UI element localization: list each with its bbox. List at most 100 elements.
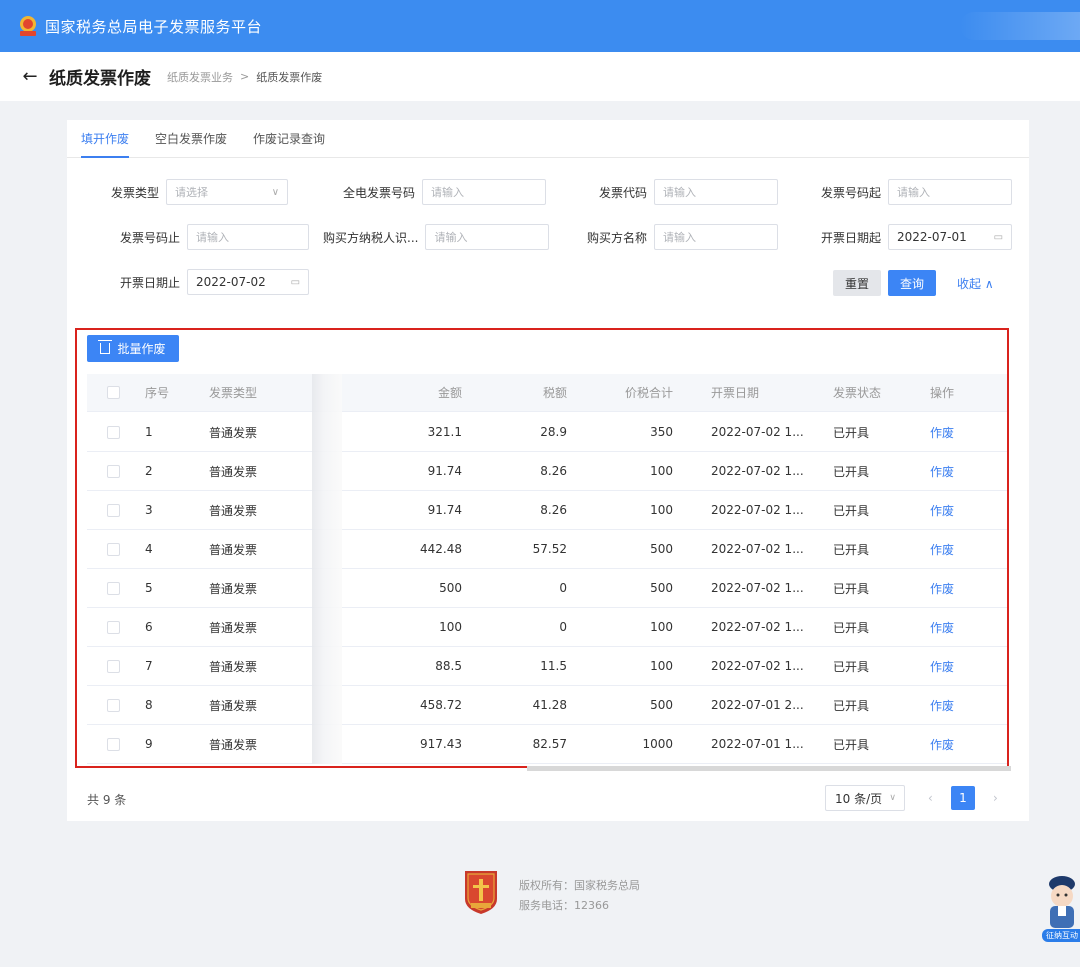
query-button[interactable]: 查询 — [888, 270, 936, 296]
buyer-name-placeholder: 请输入 — [663, 231, 697, 244]
table-row: 9 普通发票 917.43 82.57 1000 2022-07-01 1... 已开具 作废 — [87, 725, 1007, 764]
full-elec-no-input[interactable]: 请输入 — [422, 179, 547, 205]
table-row: 1 普通发票 321.1 28.9 350 2022-07-02 1... 已开具 作废 — [87, 413, 1007, 452]
cell-amount: 91.74 — [427, 503, 462, 517]
cell-amount: 91.74 — [427, 464, 462, 478]
form-item-date-to: 开票日期止 2022-07-02 ▭ — [120, 269, 310, 295]
row-select-cell — [107, 569, 120, 607]
batch-void-label: 批量作废 — [117, 342, 166, 356]
void-link[interactable]: 作废 — [930, 647, 954, 685]
row-checkbox[interactable] — [107, 698, 120, 712]
cell-index: 5 — [145, 581, 153, 595]
label-buyer-taxid: 购买方纳税人识... — [323, 230, 419, 245]
buyer-taxid-input[interactable]: 请输入 — [425, 224, 550, 250]
row-select-cell — [107, 725, 120, 763]
void-link[interactable]: 作废 — [930, 491, 954, 529]
cell-status: 已开具 — [833, 581, 870, 596]
page-size-select[interactable]: 10 条/页 ∨ — [825, 785, 905, 811]
label-invoice-code: 发票代码 — [599, 185, 648, 200]
void-link[interactable]: 作废 — [930, 452, 954, 490]
user-menu[interactable] — [960, 12, 1080, 40]
date-from-value: 2022-07-01 — [897, 230, 967, 244]
row-checkbox[interactable] — [107, 503, 120, 517]
header-amount: 金额 — [437, 386, 462, 400]
form-item-no-from: 发票号码起 请输入 — [821, 179, 1013, 205]
cell-tax: 11.5 — [540, 659, 567, 673]
batch-void-button[interactable]: 批量作废 — [87, 335, 179, 362]
cell-tax: 82.57 — [532, 737, 567, 751]
calendar-icon: ▭ — [290, 276, 301, 288]
breadcrumb-item-paper-invoice[interactable]: 纸质发票业务 — [167, 69, 233, 85]
form-item-full-elec-no: 全电发票号码 请输入 — [343, 179, 547, 205]
footer-hotline: 服务电话：12366 — [519, 899, 609, 912]
select-all-cell — [107, 374, 120, 411]
horizontal-scrollbar[interactable] — [527, 766, 1011, 771]
row-checkbox[interactable] — [107, 659, 120, 673]
tab-void-records[interactable]: 作废记录查询 — [253, 119, 325, 157]
tab-filled-void[interactable]: 填开作废 — [81, 119, 130, 158]
cell-amount: 500 — [439, 581, 462, 595]
table-header: 序号 发票类型 金额 税额 价税合计 开票日期 发票状态 操作 — [87, 374, 1007, 412]
cell-index: 1 — [145, 425, 153, 439]
back-arrow-icon[interactable]: ← — [20, 66, 40, 87]
page-number-1[interactable]: 1 — [951, 786, 975, 810]
collapse-link[interactable]: 收起 ∧ — [957, 275, 994, 292]
prev-page-button[interactable]: ‹ — [928, 791, 933, 805]
void-link[interactable]: 作废 — [930, 686, 954, 724]
void-link[interactable]: 作废 — [930, 569, 954, 607]
cell-amount: 88.5 — [435, 659, 462, 673]
invoice-type-select[interactable]: 请选择 ∨ — [166, 179, 289, 205]
cell-tax: 57.52 — [532, 542, 567, 556]
cell-tax: 0 — [559, 620, 567, 634]
invoice-code-input[interactable]: 请输入 — [654, 179, 779, 205]
cell-date: 2022-07-02 1... — [711, 503, 804, 517]
cell-type: 普通发票 — [209, 698, 258, 713]
no-to-placeholder: 请输入 — [196, 231, 230, 244]
chevron-down-icon: ∨ — [271, 186, 280, 198]
header-index: 序号 — [145, 386, 170, 400]
reset-button[interactable]: 重置 — [833, 270, 881, 296]
cell-tax: 8.26 — [540, 464, 567, 478]
form-item-buyer-taxid: 购买方纳税人识... 请输入 — [323, 224, 550, 250]
table-row: 7 普通发票 88.5 11.5 100 2022-07-02 1... 已开具 作废 — [87, 647, 1007, 686]
cell-status: 已开具 — [833, 659, 870, 674]
cell-type: 普通发票 — [209, 581, 258, 596]
void-link[interactable]: 作废 — [930, 413, 954, 451]
select-all-checkbox[interactable] — [107, 386, 120, 399]
cell-index: 7 — [145, 659, 153, 673]
no-to-input[interactable]: 请输入 — [187, 224, 310, 250]
cell-total: 100 — [650, 503, 673, 517]
cell-status: 已开具 — [833, 698, 870, 713]
cell-type: 普通发票 — [209, 542, 258, 557]
tax-shield-logo-icon — [465, 871, 497, 914]
row-checkbox[interactable] — [107, 581, 120, 595]
no-from-input[interactable]: 请输入 — [888, 179, 1013, 205]
assistant-badge[interactable]: 征纳互动 — [1042, 929, 1080, 942]
row-checkbox[interactable] — [107, 542, 120, 556]
void-link[interactable]: 作废 — [930, 725, 954, 763]
date-to-picker[interactable]: 2022-07-02 ▭ — [187, 269, 310, 295]
cell-index: 4 — [145, 542, 153, 556]
table-row: 5 普通发票 500 0 500 2022-07-02 1... 已开具 作废 — [87, 569, 1007, 608]
invoice-code-placeholder: 请输入 — [663, 186, 697, 199]
row-checkbox[interactable] — [107, 464, 120, 478]
cell-total: 350 — [650, 425, 673, 439]
cell-type: 普通发票 — [209, 425, 258, 440]
next-page-button[interactable]: › — [993, 791, 998, 805]
tab-blank-void[interactable]: 空白发票作废 — [155, 119, 227, 157]
cell-date: 2022-07-01 1... — [711, 737, 804, 751]
cell-tax: 41.28 — [532, 698, 567, 712]
buyer-name-input[interactable]: 请输入 — [654, 224, 779, 250]
void-link[interactable]: 作废 — [930, 608, 954, 646]
page-header: ← 纸质发票作废 纸质发票业务 > 纸质发票作废 — [0, 52, 1080, 101]
table-row: 3 普通发票 91.74 8.26 100 2022-07-02 1... 已开具 作废 — [87, 491, 1007, 530]
form-item-no-to: 发票号码止 请输入 — [120, 224, 310, 250]
date-from-picker[interactable]: 2022-07-01 ▭ — [888, 224, 1013, 250]
void-link[interactable]: 作废 — [930, 530, 954, 568]
header-total: 价税合计 — [624, 386, 673, 400]
row-checkbox[interactable] — [107, 425, 120, 439]
label-buyer-name: 购买方名称 — [587, 230, 648, 245]
cell-tax: 8.26 — [540, 503, 567, 517]
row-checkbox[interactable] — [107, 737, 120, 751]
row-checkbox[interactable] — [107, 620, 120, 634]
